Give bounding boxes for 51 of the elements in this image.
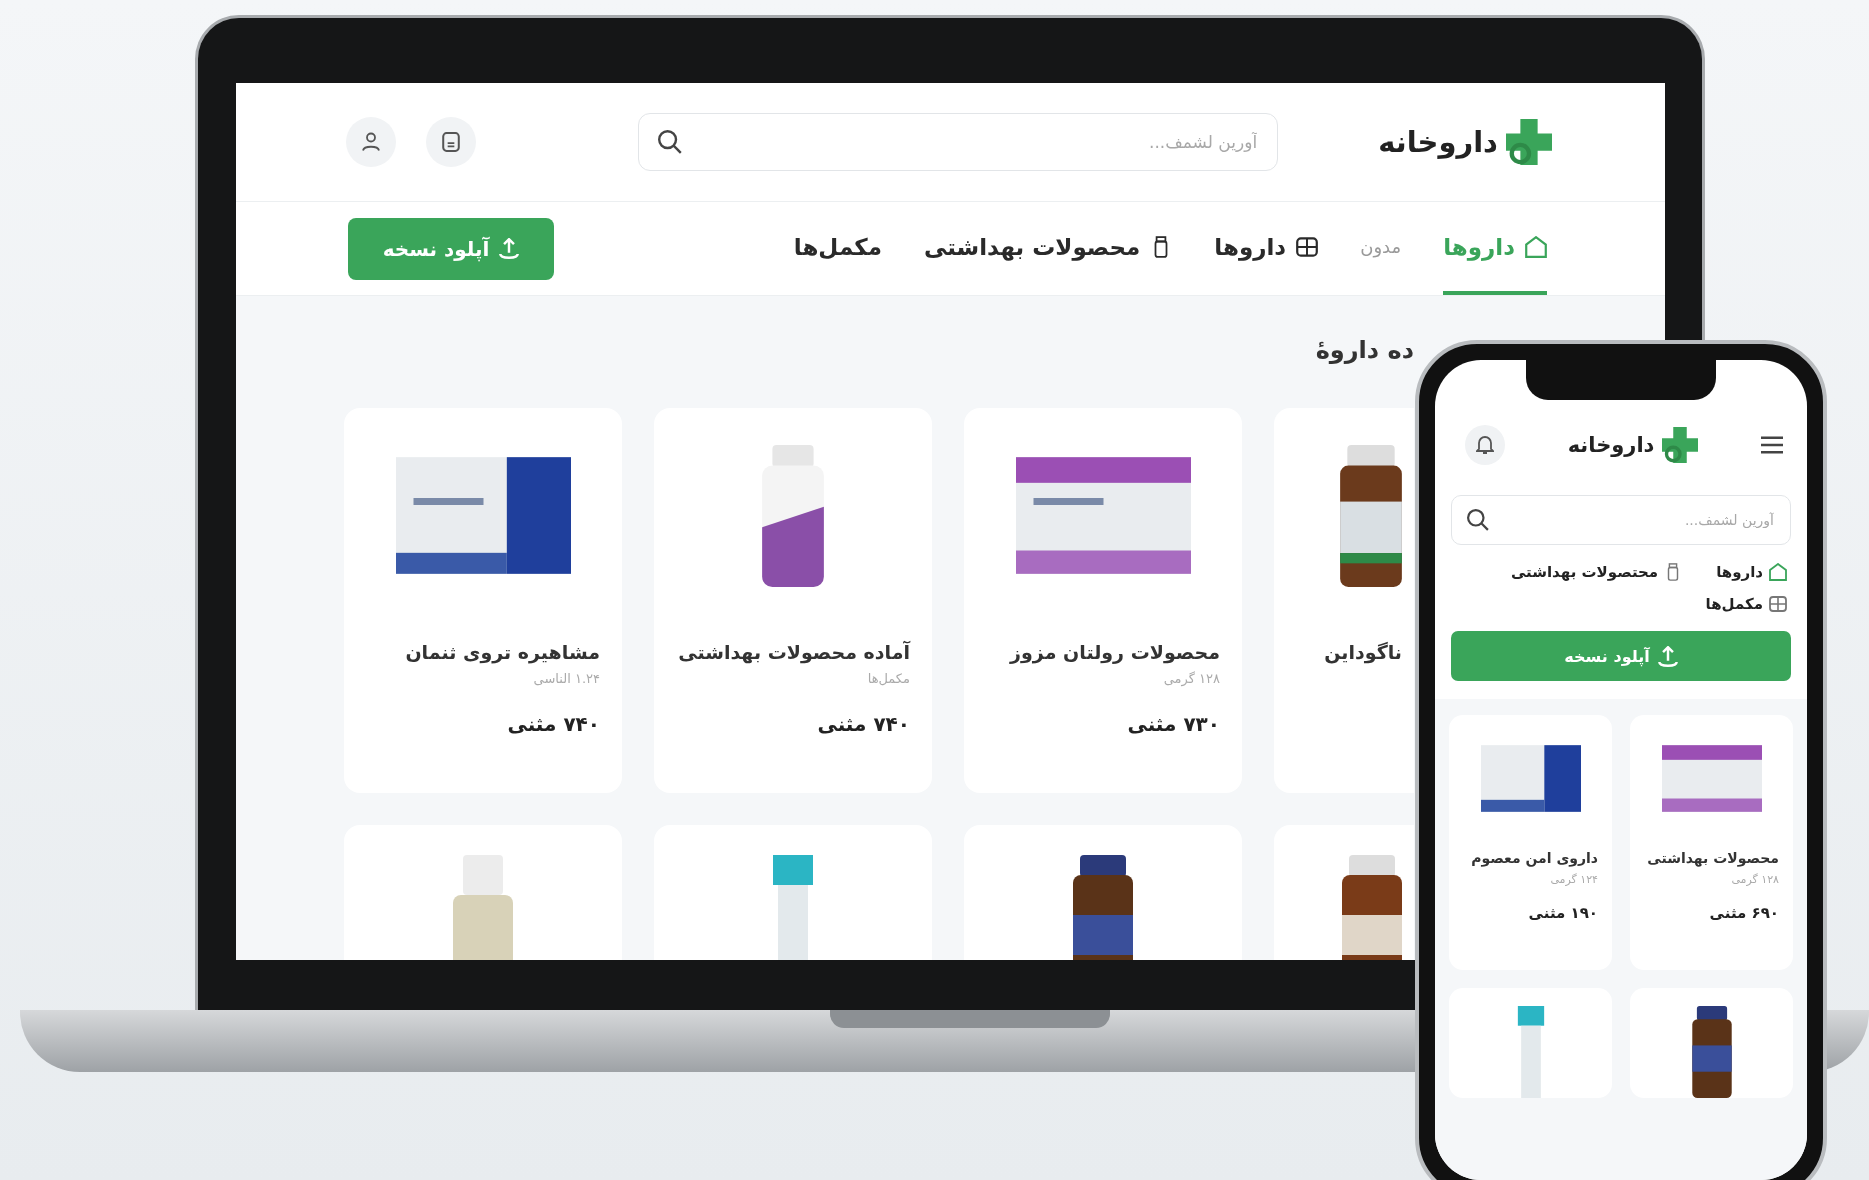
product-name: آماده محصولات بهداشتی	[678, 641, 910, 663]
product-subtitle: ۱۲۴ گرمی	[1550, 873, 1598, 886]
plus-logo-icon	[1662, 427, 1699, 463]
product-card[interactable]: محصولات بهداشتی ۱۲۸ گرمی ۶۹۰ مثنی	[1630, 715, 1793, 970]
product-card[interactable]: مشاهیره تروی ثنمان ۱.۲۴ الناسی ۷۴۰ مثنی	[344, 408, 622, 793]
product-subtitle: ۱.۲۴ الناسی	[533, 671, 600, 686]
notification-button[interactable]	[1465, 425, 1505, 465]
nav-tab[interactable]: داروها	[1214, 202, 1319, 295]
upload-icon	[1657, 645, 1678, 667]
home-icon	[1769, 563, 1787, 581]
search-icon	[658, 130, 683, 154]
product-card[interactable]: محصولات رولتان مزوز ۱۲۸ گرمی ۷۳۰ مثنی	[964, 408, 1242, 793]
nav-link[interactable]: مکمل‌ها	[1705, 595, 1787, 613]
upload-icon	[499, 238, 520, 259]
search-field[interactable]: آورین لشمف...	[1451, 495, 1791, 545]
grid-icon	[1296, 235, 1319, 258]
product-subtitle: ۱۲۸ گرمی	[1731, 873, 1779, 886]
user-icon	[362, 132, 380, 152]
menu-icon[interactable]	[1761, 436, 1783, 454]
search-field[interactable]: آورین لشمف...	[638, 113, 1279, 171]
plus-logo-icon	[1506, 119, 1552, 165]
logo-text: داروخانه	[1378, 125, 1498, 159]
product-subtitle: مکمل‌ها	[867, 671, 910, 686]
product-name: محصولات رولتان مزوز	[1010, 641, 1220, 663]
product-price: ۷۳۰ مثنی	[1127, 712, 1220, 736]
logo-text: داروخانه	[1567, 433, 1655, 457]
product-card[interactable]	[1630, 988, 1793, 1098]
product-subtitle: ۱۲۸ گرمی	[1163, 671, 1220, 686]
nav-tab[interactable]: محصولات بهداشتی	[923, 202, 1173, 295]
nav-link[interactable]: محتصولات بهداشتی	[1510, 563, 1683, 581]
bell-icon	[1476, 436, 1494, 454]
product-card[interactable]: ناگوداین	[1274, 408, 1414, 793]
user-button[interactable]	[346, 117, 396, 167]
product-name: ناگوداین	[1324, 641, 1402, 663]
cart-button[interactable]	[426, 117, 476, 167]
product-name: محصولات بهداشتی	[1647, 849, 1779, 869]
product-price: ۷۴۰ مثنی	[507, 712, 600, 736]
product-card[interactable]: داروی امن معصوم ۱۲۴ گرمی ۱۹۰ مثنی	[1449, 715, 1612, 970]
grid-icon	[1769, 595, 1787, 613]
product-card[interactable]: آماده محصولات بهداشتی مکمل‌ها ۷۴۰ مثنی	[654, 408, 932, 793]
product-name: داروی امن معصوم	[1471, 849, 1598, 869]
nav-tab[interactable]: مکمل‌ها	[793, 202, 882, 295]
product-price: ۶۹۰ مثنی	[1709, 904, 1779, 922]
product-price: ۱۹۰ مثنی	[1528, 904, 1598, 922]
bag-icon	[442, 132, 460, 152]
product-price: ۷۴۰ مثنی	[817, 712, 910, 736]
nav-link[interactable]: داروها	[1716, 563, 1787, 581]
search-icon	[1467, 509, 1489, 531]
section-title: ده داروهٔ	[1314, 336, 1414, 366]
product-name: مشاهیره تروی ثنمان	[405, 641, 600, 663]
home-icon	[1525, 235, 1547, 258]
